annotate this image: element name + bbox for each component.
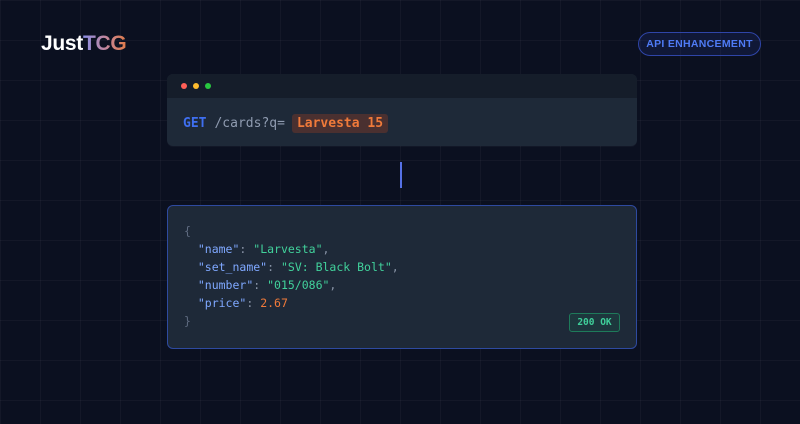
json-separator: : [239, 242, 254, 256]
json-field-price: "price": 2.67 [184, 294, 288, 312]
brand-logo: JustTCG [41, 32, 127, 56]
status-badge: 200 OK [569, 313, 620, 332]
json-close-brace: } [184, 314, 191, 328]
request-line: GET /cards?q= Larvesta 15 [183, 114, 389, 133]
json-value: "Larvesta" [253, 242, 323, 256]
window-titlebar [167, 74, 637, 98]
brand-name-part2: TCG [82, 32, 127, 55]
http-method: GET [183, 116, 207, 131]
json-open-brace: { [184, 224, 191, 238]
json-key: "name" [197, 242, 240, 256]
json-comma: , [391, 260, 399, 274]
api-enhancement-badge: API ENHANCEMENT [638, 32, 761, 56]
maximize-dot-icon [205, 83, 211, 89]
json-key: "set_name" [197, 260, 268, 274]
json-value: "SV: Black Bolt" [280, 260, 392, 274]
response-panel: { "name": "Larvesta", "set_name": "SV: B… [167, 205, 637, 349]
request-panel: GET /cards?q= Larvesta 15 [167, 74, 637, 146]
json-field-set-name: "set_name": "SV: Black Bolt", [184, 258, 399, 276]
json-comma: , [322, 242, 330, 256]
json-key: "number" [197, 278, 254, 292]
json-value: 2.67 [260, 296, 288, 310]
json-value: "015/086" [267, 278, 330, 292]
json-field-name: "name": "Larvesta", [184, 240, 330, 258]
json-key: "price" [197, 296, 247, 310]
json-separator: : [267, 260, 281, 274]
json-separator: : [246, 296, 261, 310]
json-comma: , [329, 278, 337, 292]
json-separator: : [253, 278, 268, 292]
flow-connector [400, 162, 402, 188]
minimize-dot-icon [193, 83, 199, 89]
brand-name-part1: Just [41, 32, 83, 55]
request-path: /cards?q= [214, 116, 285, 131]
json-field-number: "number": "015/086", [184, 276, 337, 294]
close-dot-icon [181, 83, 187, 89]
query-value: Larvesta 15 [291, 114, 389, 133]
